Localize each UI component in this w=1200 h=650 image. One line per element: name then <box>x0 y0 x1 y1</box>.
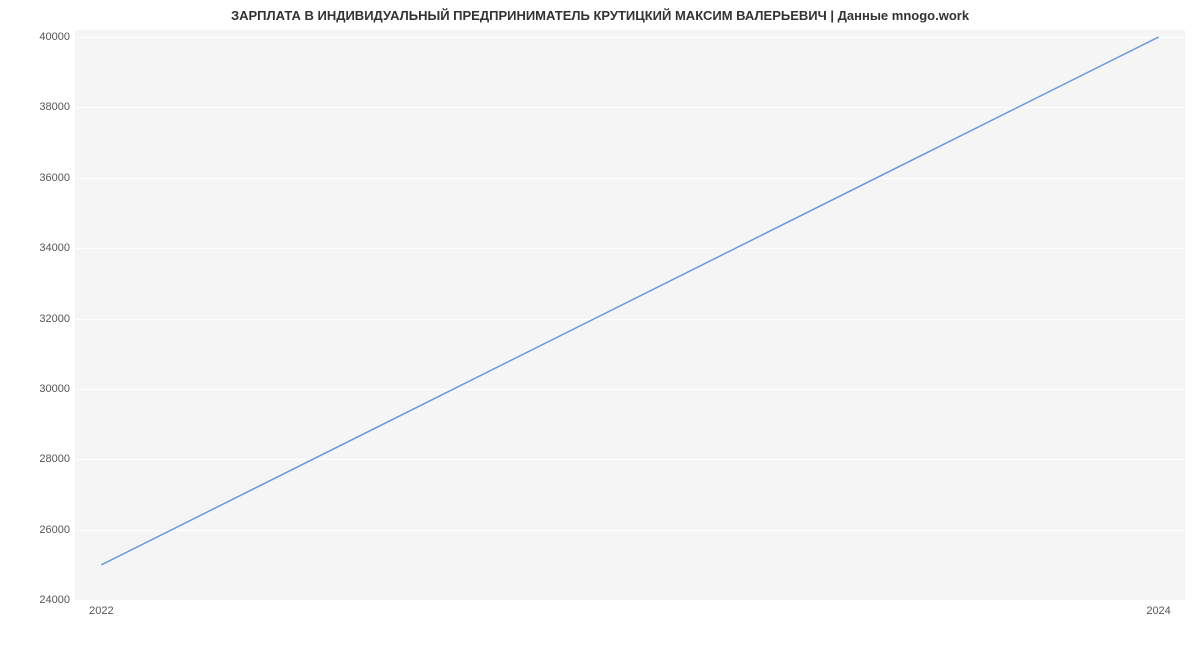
y-tick-label: 28000 <box>39 453 70 465</box>
chart-container: ЗАРПЛАТА В ИНДИВИДУАЛЬНЫЙ ПРЕДПРИНИМАТЕЛ… <box>0 0 1200 650</box>
grid-line <box>75 178 1185 179</box>
y-tick-label: 34000 <box>39 242 70 254</box>
plot-area <box>75 30 1185 600</box>
y-tick-label: 40000 <box>39 31 70 43</box>
grid-line <box>75 600 1185 601</box>
y-tick-label: 32000 <box>39 313 70 325</box>
y-tick-label: 24000 <box>39 594 70 606</box>
y-tick-label: 38000 <box>39 101 70 113</box>
chart-title: ЗАРПЛАТА В ИНДИВИДУАЛЬНЫЙ ПРЕДПРИНИМАТЕЛ… <box>0 8 1200 23</box>
x-tick-label: 2022 <box>89 605 113 617</box>
grid-line <box>75 530 1185 531</box>
x-tick-label: 2024 <box>1146 605 1170 617</box>
y-tick-label: 36000 <box>39 172 70 184</box>
y-tick-label: 26000 <box>39 524 70 536</box>
grid-line <box>75 319 1185 320</box>
grid-line <box>75 248 1185 249</box>
grid-line <box>75 389 1185 390</box>
grid-line <box>75 459 1185 460</box>
grid-line <box>75 37 1185 38</box>
grid-line <box>75 107 1185 108</box>
y-tick-label: 30000 <box>39 383 70 395</box>
